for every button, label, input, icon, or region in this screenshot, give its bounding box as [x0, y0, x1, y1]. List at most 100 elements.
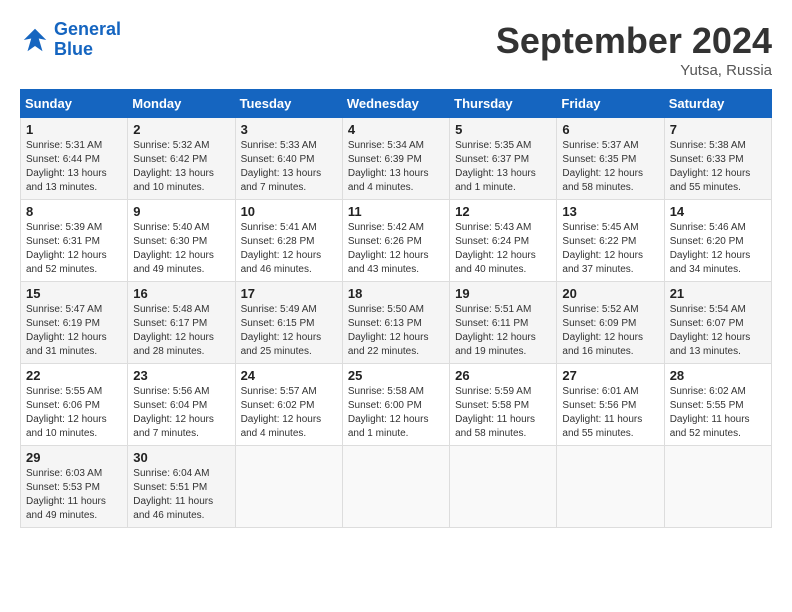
cell-info: Sunrise: 6:04 AM Sunset: 5:51 PM Dayligh… — [133, 467, 229, 523]
calendar-cell: 14 Sunrise: 5:46 AM Sunset: 6:20 PM Dayli… — [664, 200, 771, 282]
calendar-cell: 4 Sunrise: 5:34 AM Sunset: 6:39 PM Daylig… — [342, 118, 449, 200]
cell-info: Sunrise: 5:41 AM Sunset: 6:28 PM Dayligh… — [241, 221, 337, 277]
calendar-cell: 11Sunrise: 5:42 AM Sunset: 6:26 PM Dayli… — [342, 200, 449, 282]
title-block: September 2024 Yutsa, Russia — [496, 20, 772, 79]
day-number: 8 — [26, 204, 122, 219]
cell-info: Sunrise: 5:50 AM Sunset: 6:13 PM Dayligh… — [348, 303, 444, 359]
calendar-cell: 18 Sunrise: 5:50 AM Sunset: 6:13 PM Dayli… — [342, 282, 449, 364]
calendar-cell: 30 Sunrise: 6:04 AM Sunset: 5:51 PM Dayli… — [128, 446, 235, 528]
calendar-cell — [342, 446, 449, 528]
calendar-cell: 13Sunrise: 5:45 AM Sunset: 6:22 PM Dayli… — [557, 200, 664, 282]
week-row-5: 29 Sunrise: 6:03 AM Sunset: 5:53 PM Dayli… — [21, 446, 772, 528]
calendar-cell: 23 Sunrise: 5:56 AM Sunset: 6:04 PM Dayli… — [128, 364, 235, 446]
day-number: 3 — [241, 122, 337, 137]
day-number: 16 — [133, 286, 229, 301]
location: Yutsa, Russia — [496, 62, 772, 79]
day-number: 10 — [241, 204, 337, 219]
day-number: 4 — [348, 122, 444, 137]
cell-info: Sunrise: 6:03 AM Sunset: 5:53 PM Dayligh… — [26, 467, 122, 523]
cell-info: Sunrise: 5:51 AM Sunset: 6:11 PM Dayligh… — [455, 303, 551, 359]
day-number: 22 — [26, 368, 122, 383]
day-number: 25 — [348, 368, 444, 383]
calendar-cell — [235, 446, 342, 528]
cell-info: Sunrise: 5:32 AM Sunset: 6:42 PM Dayligh… — [133, 139, 229, 195]
week-row-4: 22 Sunrise: 5:55 AM Sunset: 6:06 PM Dayli… — [21, 364, 772, 446]
calendar-cell: 12Sunrise: 5:43 AM Sunset: 6:24 PM Dayli… — [450, 200, 557, 282]
day-number: 26 — [455, 368, 551, 383]
calendar-cell: 27 Sunrise: 6:01 AM Sunset: 5:56 PM Dayli… — [557, 364, 664, 446]
weekday-header-wednesday: Wednesday — [342, 90, 449, 118]
calendar-cell: 1Sunrise: 5:31 AM Sunset: 6:44 PM Daylig… — [21, 118, 128, 200]
weekday-header-sunday: Sunday — [21, 90, 128, 118]
calendar-cell: 29 Sunrise: 6:03 AM Sunset: 5:53 PM Dayli… — [21, 446, 128, 528]
day-number: 11 — [348, 204, 444, 219]
calendar-cell: 19 Sunrise: 5:51 AM Sunset: 6:11 PM Dayli… — [450, 282, 557, 364]
week-row-3: 15Sunrise: 5:47 AM Sunset: 6:19 PM Dayli… — [21, 282, 772, 364]
day-number: 19 — [455, 286, 551, 301]
cell-info: Sunrise: 5:43 AM Sunset: 6:24 PM Dayligh… — [455, 221, 551, 277]
day-number: 18 — [348, 286, 444, 301]
calendar-cell — [450, 446, 557, 528]
calendar-cell: 24Sunrise: 5:57 AM Sunset: 6:02 PM Dayli… — [235, 364, 342, 446]
page-header: GeneralBlue September 2024 Yutsa, Russia — [20, 20, 772, 79]
cell-info: Sunrise: 5:38 AM Sunset: 6:33 PM Dayligh… — [670, 139, 766, 195]
calendar-cell: 8Sunrise: 5:39 AM Sunset: 6:31 PM Daylig… — [21, 200, 128, 282]
calendar-cell: 22 Sunrise: 5:55 AM Sunset: 6:06 PM Dayli… — [21, 364, 128, 446]
cell-info: Sunrise: 5:33 AM Sunset: 6:40 PM Dayligh… — [241, 139, 337, 195]
cell-info: Sunrise: 5:56 AM Sunset: 6:04 PM Dayligh… — [133, 385, 229, 441]
day-number: 30 — [133, 450, 229, 465]
day-number: 21 — [670, 286, 766, 301]
calendar-cell: 26 Sunrise: 5:59 AM Sunset: 5:58 PM Dayli… — [450, 364, 557, 446]
cell-info: Sunrise: 5:48 AM Sunset: 6:17 PM Dayligh… — [133, 303, 229, 359]
weekday-header-saturday: Saturday — [664, 90, 771, 118]
weekday-header-tuesday: Tuesday — [235, 90, 342, 118]
cell-info: Sunrise: 5:52 AM Sunset: 6:09 PM Dayligh… — [562, 303, 658, 359]
calendar-cell: 17Sunrise: 5:49 AM Sunset: 6:15 PM Dayli… — [235, 282, 342, 364]
day-number: 14 — [670, 204, 766, 219]
day-number: 27 — [562, 368, 658, 383]
calendar-cell: 28 Sunrise: 6:02 AM Sunset: 5:55 PM Dayli… — [664, 364, 771, 446]
weekday-header-monday: Monday — [128, 90, 235, 118]
calendar-cell: 10 Sunrise: 5:41 AM Sunset: 6:28 PM Dayli… — [235, 200, 342, 282]
cell-info: Sunrise: 5:55 AM Sunset: 6:06 PM Dayligh… — [26, 385, 122, 441]
day-number: 7 — [670, 122, 766, 137]
cell-info: Sunrise: 5:34 AM Sunset: 6:39 PM Dayligh… — [348, 139, 444, 195]
calendar-cell: 25 Sunrise: 5:58 AM Sunset: 6:00 PM Dayli… — [342, 364, 449, 446]
day-number: 20 — [562, 286, 658, 301]
weekday-header-thursday: Thursday — [450, 90, 557, 118]
cell-info: Sunrise: 5:58 AM Sunset: 6:00 PM Dayligh… — [348, 385, 444, 441]
day-number: 2 — [133, 122, 229, 137]
day-number: 17 — [241, 286, 337, 301]
cell-info: Sunrise: 5:37 AM Sunset: 6:35 PM Dayligh… — [562, 139, 658, 195]
day-number: 5 — [455, 122, 551, 137]
week-row-2: 8Sunrise: 5:39 AM Sunset: 6:31 PM Daylig… — [21, 200, 772, 282]
cell-info: Sunrise: 5:40 AM Sunset: 6:30 PM Dayligh… — [133, 221, 229, 277]
calendar-cell: 21 Sunrise: 5:54 AM Sunset: 6:07 PM Dayli… — [664, 282, 771, 364]
week-row-1: 1Sunrise: 5:31 AM Sunset: 6:44 PM Daylig… — [21, 118, 772, 200]
calendar-cell: 6 Sunrise: 5:37 AM Sunset: 6:35 PM Daylig… — [557, 118, 664, 200]
calendar-cell: 15Sunrise: 5:47 AM Sunset: 6:19 PM Dayli… — [21, 282, 128, 364]
day-number: 13 — [562, 204, 658, 219]
cell-info: Sunrise: 5:35 AM Sunset: 6:37 PM Dayligh… — [455, 139, 551, 195]
calendar-cell: 5 Sunrise: 5:35 AM Sunset: 6:37 PM Daylig… — [450, 118, 557, 200]
day-number: 9 — [133, 204, 229, 219]
day-number: 29 — [26, 450, 122, 465]
calendar-cell: 9 Sunrise: 5:40 AM Sunset: 6:30 PM Daylig… — [128, 200, 235, 282]
calendar-cell — [557, 446, 664, 528]
cell-info: Sunrise: 6:01 AM Sunset: 5:56 PM Dayligh… — [562, 385, 658, 441]
cell-info: Sunrise: 6:02 AM Sunset: 5:55 PM Dayligh… — [670, 385, 766, 441]
cell-info: Sunrise: 5:57 AM Sunset: 6:02 PM Dayligh… — [241, 385, 337, 441]
weekday-header-row: SundayMondayTuesdayWednesdayThursdayFrid… — [21, 90, 772, 118]
cell-info: Sunrise: 5:59 AM Sunset: 5:58 PM Dayligh… — [455, 385, 551, 441]
day-number: 28 — [670, 368, 766, 383]
calendar-cell: 20 Sunrise: 5:52 AM Sunset: 6:09 PM Dayli… — [557, 282, 664, 364]
day-number: 6 — [562, 122, 658, 137]
day-number: 23 — [133, 368, 229, 383]
logo-icon — [20, 25, 50, 55]
month-title: September 2024 — [496, 20, 772, 62]
calendar-cell: 2 Sunrise: 5:32 AM Sunset: 6:42 PM Daylig… — [128, 118, 235, 200]
cell-info: Sunrise: 5:54 AM Sunset: 6:07 PM Dayligh… — [670, 303, 766, 359]
cell-info: Sunrise: 5:46 AM Sunset: 6:20 PM Dayligh… — [670, 221, 766, 277]
calendar-table: SundayMondayTuesdayWednesdayThursdayFrid… — [20, 89, 772, 528]
logo-text: GeneralBlue — [54, 20, 121, 60]
